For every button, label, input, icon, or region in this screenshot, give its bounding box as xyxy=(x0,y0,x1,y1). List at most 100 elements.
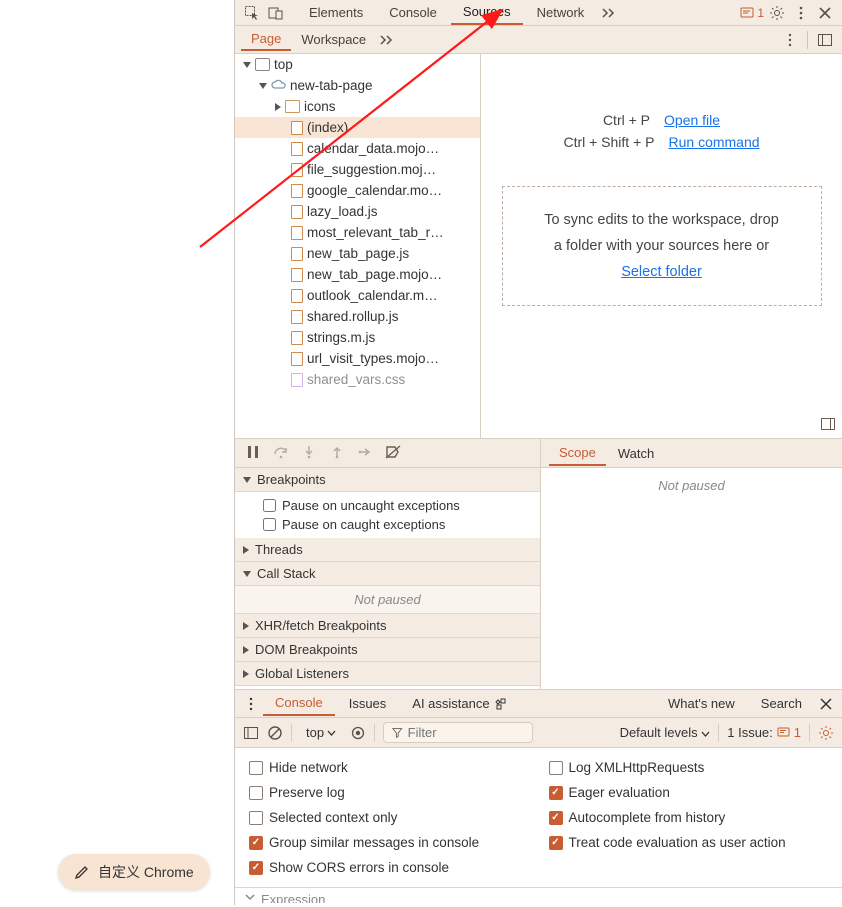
chk-log-xhr[interactable]: Log XMLHttpRequests xyxy=(549,758,829,777)
tree-file[interactable]: file_suggestion.moj… xyxy=(235,159,480,180)
section-threads[interactable]: Threads xyxy=(235,538,540,562)
file-icon xyxy=(291,184,303,198)
issues-badge[interactable]: 1 xyxy=(740,6,764,20)
tab-network[interactable]: Network xyxy=(525,1,597,24)
tab-scope[interactable]: Scope xyxy=(549,441,606,466)
toggle-debugger-sidebar-icon[interactable] xyxy=(820,416,836,432)
tab-workspace[interactable]: Workspace xyxy=(291,29,376,50)
tab-elements[interactable]: Elements xyxy=(297,1,375,24)
tab-console[interactable]: Console xyxy=(377,1,449,24)
tree-file[interactable]: shared.rollup.js xyxy=(235,306,480,327)
console-levels-selector[interactable]: Default levels xyxy=(620,725,711,740)
tree-file[interactable]: new_tab_page.js xyxy=(235,243,480,264)
chk-autocomplete[interactable]: Autocomplete from history xyxy=(549,808,829,827)
tree-file[interactable]: lazy_load.js xyxy=(235,201,480,222)
section-breakpoints[interactable]: Breakpoints xyxy=(235,468,540,492)
chk-treat-code[interactable]: Treat code evaluation as user action xyxy=(549,833,829,852)
section-global-listeners[interactable]: Global Listeners xyxy=(235,662,540,686)
kbd-run-command: Ctrl + Shift + P xyxy=(563,134,654,150)
tree-file[interactable]: outlook_calendar.m… xyxy=(235,285,480,306)
step-over-icon[interactable] xyxy=(273,444,291,462)
file-icon xyxy=(291,310,303,324)
chk-pause-uncaught[interactable]: Pause on uncaught exceptions xyxy=(263,496,532,515)
console-issues-link[interactable]: 1 Issue: 1 xyxy=(727,725,801,740)
expression-section[interactable]: Expression xyxy=(235,887,842,907)
tree-file[interactable]: strings.m.js xyxy=(235,327,480,348)
chk-eager-eval[interactable]: Eager evaluation xyxy=(549,783,829,802)
tree-file[interactable]: (index) xyxy=(235,117,480,138)
close-devtools-icon[interactable] xyxy=(814,2,836,24)
sources-navigator-tabs: Page Workspace xyxy=(235,26,842,54)
kbd-open-file: Ctrl + P xyxy=(603,112,650,128)
link-select-folder[interactable]: Select folder xyxy=(621,264,702,280)
tree-file[interactable]: most_relevant_tab_r… xyxy=(235,222,480,243)
pause-resume-icon[interactable] xyxy=(245,444,263,462)
drawer-tab-search[interactable]: Search xyxy=(749,692,814,715)
toggle-navigator-icon[interactable] xyxy=(814,29,836,51)
deactivate-breakpoints-icon[interactable] xyxy=(385,444,403,462)
drawer-tab-console[interactable]: Console xyxy=(263,691,335,716)
chk-group-similar[interactable]: Group similar messages in console xyxy=(249,833,529,852)
file-tree[interactable]: top new-tab-page icons (index) calendar_… xyxy=(235,54,481,438)
debugger-sidebar[interactable]: Breakpoints Pause on uncaught exceptions… xyxy=(235,468,541,689)
drawer-close-icon[interactable] xyxy=(816,696,836,712)
editor-placeholder: Ctrl + P Open file Ctrl + Shift + P Run … xyxy=(481,54,842,438)
chk-hide-network[interactable]: Hide network xyxy=(249,758,529,777)
step-icon[interactable] xyxy=(357,444,375,462)
section-dom-breakpoints[interactable]: DOM Breakpoints xyxy=(235,638,540,662)
tab-page[interactable]: Page xyxy=(241,28,291,51)
file-icon xyxy=(291,373,303,387)
navigator-more-tabs-icon[interactable] xyxy=(376,29,398,51)
link-run-command[interactable]: Run command xyxy=(669,134,760,150)
console-settings-gear-icon[interactable] xyxy=(818,725,834,741)
tree-file[interactable]: calendar_data.mojo… xyxy=(235,138,480,159)
more-tabs-icon[interactable] xyxy=(598,2,620,24)
chk-selected-context[interactable]: Selected context only xyxy=(249,808,529,827)
tab-watch[interactable]: Watch xyxy=(608,442,664,465)
drawer-tabs: Console Issues AI assistance What's new … xyxy=(235,690,842,718)
link-open-file[interactable]: Open file xyxy=(664,112,720,128)
file-icon xyxy=(291,247,303,261)
tree-file[interactable]: google_calendar.mo… xyxy=(235,180,480,201)
console-filter-input[interactable] xyxy=(408,725,524,740)
tab-sources[interactable]: Sources xyxy=(451,0,523,25)
pencil-icon xyxy=(74,864,90,880)
tree-file[interactable]: new_tab_page.mojo… xyxy=(235,264,480,285)
frame-icon xyxy=(255,58,270,71)
workspace-drop-zone[interactable]: To sync edits to the workspace, drop a f… xyxy=(502,186,822,306)
customize-chrome-button[interactable]: 自定义 Chrome xyxy=(58,854,210,890)
drawer-tab-issues[interactable]: Issues xyxy=(337,692,399,715)
scope-not-paused: Not paused xyxy=(541,468,842,689)
live-expression-icon[interactable] xyxy=(350,725,366,741)
file-icon xyxy=(291,352,303,366)
device-toolbar-icon[interactable] xyxy=(265,2,287,24)
step-out-icon[interactable] xyxy=(329,444,347,462)
drawer-tab-ai[interactable]: AI assistance xyxy=(400,692,519,715)
inspect-element-icon[interactable] xyxy=(241,2,263,24)
drawer-kebab-icon[interactable] xyxy=(241,697,261,711)
file-icon xyxy=(291,289,303,303)
step-into-icon[interactable] xyxy=(301,444,319,462)
console-context-selector[interactable]: top xyxy=(300,723,342,742)
chk-pause-caught[interactable]: Pause on caught exceptions xyxy=(263,515,532,534)
section-xhr-breakpoints[interactable]: XHR/fetch Breakpoints xyxy=(235,614,540,638)
tree-domain[interactable]: new-tab-page xyxy=(235,75,480,96)
tree-frame-top[interactable]: top xyxy=(235,54,480,75)
console-toolbar: top Default levels 1 Issue: 1 xyxy=(235,718,842,748)
drawer-tab-whatsnew[interactable]: What's new xyxy=(656,692,747,715)
settings-gear-icon[interactable] xyxy=(766,2,788,24)
devtools-main-toolbar: Elements Console Sources Network 1 xyxy=(235,0,842,26)
cloud-icon xyxy=(271,79,286,92)
navigator-kebab-icon[interactable] xyxy=(779,29,801,51)
console-filter[interactable] xyxy=(383,722,533,743)
console-sidebar-toggle-icon[interactable] xyxy=(243,725,259,741)
tree-folder-icons[interactable]: icons xyxy=(235,96,480,117)
chk-show-cors[interactable]: Show CORS errors in console xyxy=(249,858,529,877)
file-icon xyxy=(291,226,303,240)
clear-console-icon[interactable] xyxy=(267,725,283,741)
kebab-menu-icon[interactable] xyxy=(790,2,812,24)
chk-preserve-log[interactable]: Preserve log xyxy=(249,783,529,802)
tree-file[interactable]: url_visit_types.mojo… xyxy=(235,348,480,369)
tree-file[interactable]: shared_vars.css xyxy=(235,369,480,390)
section-call-stack[interactable]: Call Stack xyxy=(235,562,540,586)
